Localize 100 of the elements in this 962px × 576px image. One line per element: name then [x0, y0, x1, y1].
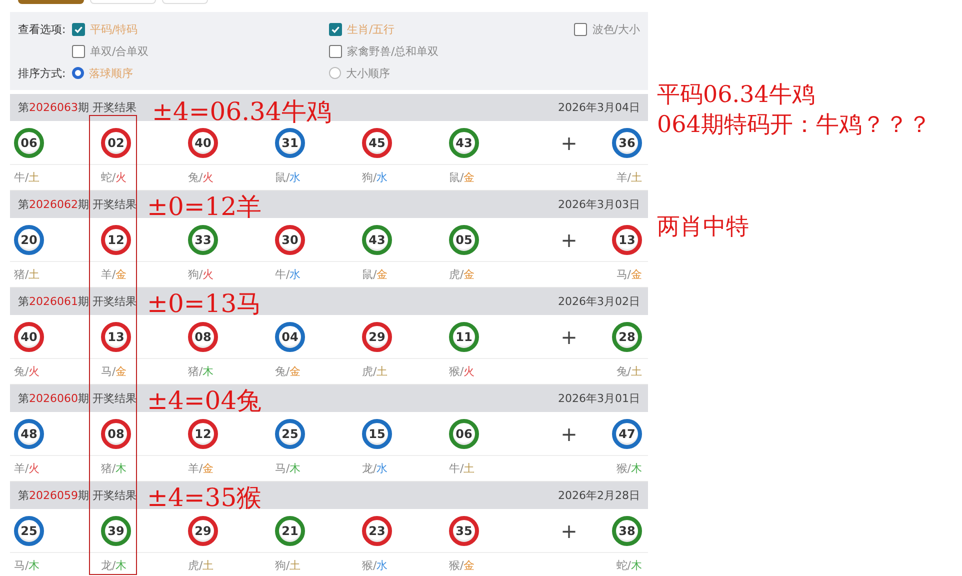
- lottery-ball: 13: [101, 322, 131, 352]
- lottery-ball: 48: [14, 418, 44, 448]
- lottery-ball: 12: [188, 418, 218, 448]
- handwritten-note: ±4=35猴: [147, 485, 262, 510]
- lottery-ball: 39: [101, 516, 131, 546]
- draw-date: 2026年3月02日: [558, 294, 640, 309]
- zodiac-element: 羊/金: [188, 461, 214, 476]
- lottery-ball: 30: [275, 224, 305, 254]
- lottery-ball: 05: [449, 224, 479, 254]
- lottery-ball: 08: [188, 322, 218, 352]
- draw-title: 第2026059期 开奖结果: [18, 488, 136, 503]
- handwritten-note: 两肖中特: [657, 213, 750, 242]
- zodiac-element: 马/木: [14, 558, 40, 573]
- zodiac-element: 狗/土: [275, 558, 301, 573]
- lottery-ball: 06: [449, 418, 479, 448]
- lottery-ball: 43: [449, 128, 479, 158]
- option-checkbox[interactable]: 家禽野兽/总和单双: [329, 44, 571, 58]
- zodiac-element: 虎/土: [362, 364, 388, 379]
- zodiac-element: 兔/火: [188, 170, 214, 185]
- lottery-ball: 35: [449, 516, 479, 546]
- zodiac-element: 兔/土: [616, 364, 642, 379]
- zodiac-element: 牛/土: [449, 461, 475, 476]
- zodiac-element: 马/金: [101, 364, 127, 379]
- lottery-ball: 36: [612, 128, 642, 158]
- zodiac-element: 羊/火: [14, 461, 40, 476]
- handwritten-note: ±4=06.34牛鸡: [152, 99, 332, 124]
- checkbox[interactable]: [329, 22, 342, 36]
- draw-date: 2026年2月28日: [558, 488, 640, 503]
- zodiac-element: 鼠/金: [449, 170, 475, 185]
- lottery-ball: 25: [275, 418, 305, 448]
- lottery-ball: 02: [101, 128, 131, 158]
- handwritten-note: 平码06.34牛鸡: [657, 81, 816, 110]
- handwritten-note: 064期特码开：牛鸡？？？: [657, 111, 932, 140]
- zodiac-element: 鼠/水: [275, 170, 301, 185]
- zodiac-element: 羊/金: [101, 267, 127, 282]
- sort-label: 排序方式:: [18, 66, 67, 80]
- zodiac-element: 牛/土: [14, 170, 40, 185]
- zodiac-element: 狗/火: [188, 267, 214, 282]
- radio[interactable]: [72, 67, 84, 79]
- radio[interactable]: [329, 67, 341, 79]
- option-checkbox[interactable]: 平码/特码: [72, 22, 329, 36]
- lottery-ball: 15: [362, 418, 392, 448]
- option-checkbox[interactable]: 波色/大小: [574, 22, 640, 36]
- zodiac-element: 猴/火: [449, 364, 475, 379]
- zodiac-element: 虎/土: [188, 558, 214, 573]
- lottery-ball: 21: [275, 516, 305, 546]
- zodiac-element: 龙/水: [362, 461, 388, 476]
- checkbox[interactable]: [72, 44, 85, 58]
- draw-title: 第2026060期 开奖结果: [18, 391, 136, 406]
- checkbox[interactable]: [72, 22, 85, 36]
- lottery-ball: 06: [14, 128, 44, 158]
- zodiac-element: 猴/金: [449, 558, 475, 573]
- tab-button[interactable]: [18, 0, 84, 4]
- lottery-ball: 31: [275, 128, 305, 158]
- lottery-ball: 45: [362, 128, 392, 158]
- zodiac-element: 猴/木: [616, 461, 642, 476]
- lottery-ball: 20: [14, 224, 44, 254]
- handwritten-note: ±0=13马: [147, 291, 262, 316]
- draw-title: 第2026062期 开奖结果: [18, 197, 136, 212]
- checkbox[interactable]: [329, 44, 342, 58]
- draw-date: 2026年3月04日: [558, 100, 640, 115]
- zodiac-element: 狗/水: [362, 170, 388, 185]
- zodiac-element: 马/金: [616, 267, 642, 282]
- options-label: 查看选项:: [18, 22, 67, 36]
- option-checkbox[interactable]: 单双/合单双: [72, 44, 329, 58]
- plus-sign: +: [560, 518, 578, 542]
- lottery-ball: 33: [188, 224, 218, 254]
- plus-sign: +: [560, 422, 578, 446]
- plus-sign: +: [560, 228, 578, 252]
- zodiac-element: 鼠/金: [362, 267, 388, 282]
- zodiac-element: 龙/木: [101, 558, 127, 573]
- sort-radio[interactable]: 大小顺序: [329, 66, 571, 80]
- lottery-ball: 28: [612, 322, 642, 352]
- zodiac-element: 猪/土: [14, 267, 40, 282]
- draw-title: 第2026061期 开奖结果: [18, 294, 136, 309]
- zodiac-element: 猴/水: [362, 558, 388, 573]
- draw-date: 2026年3月01日: [558, 391, 640, 406]
- lottery-ball: 43: [362, 224, 392, 254]
- lottery-ball: 29: [188, 516, 218, 546]
- lottery-ball: 12: [101, 224, 131, 254]
- plus-sign: +: [560, 324, 578, 348]
- checkbox[interactable]: [574, 22, 588, 36]
- plus-sign: +: [560, 130, 578, 154]
- lottery-ball: 40: [188, 128, 218, 158]
- option-checkbox[interactable]: 生肖/五行: [329, 22, 571, 36]
- zodiac-element: 猪/木: [188, 364, 214, 379]
- zodiac-element: 兔/火: [14, 364, 40, 379]
- zodiac-element: 兔/金: [275, 364, 301, 379]
- lottery-ball: 29: [362, 322, 392, 352]
- lottery-ball: 08: [101, 418, 131, 448]
- lottery-ball: 11: [449, 322, 479, 352]
- zodiac-element: 蛇/木: [616, 558, 642, 573]
- handwritten-note: ±4=04兔: [147, 388, 262, 413]
- sort-radio[interactable]: 落球顺序: [72, 66, 329, 80]
- zodiac-element: 羊/土: [616, 170, 642, 185]
- lottery-ball: 40: [14, 322, 44, 352]
- draw-date: 2026年3月03日: [558, 197, 640, 212]
- lottery-ball: 25: [14, 516, 44, 546]
- lottery-ball: 38: [612, 516, 642, 546]
- zodiac-element: 虎/金: [449, 267, 475, 282]
